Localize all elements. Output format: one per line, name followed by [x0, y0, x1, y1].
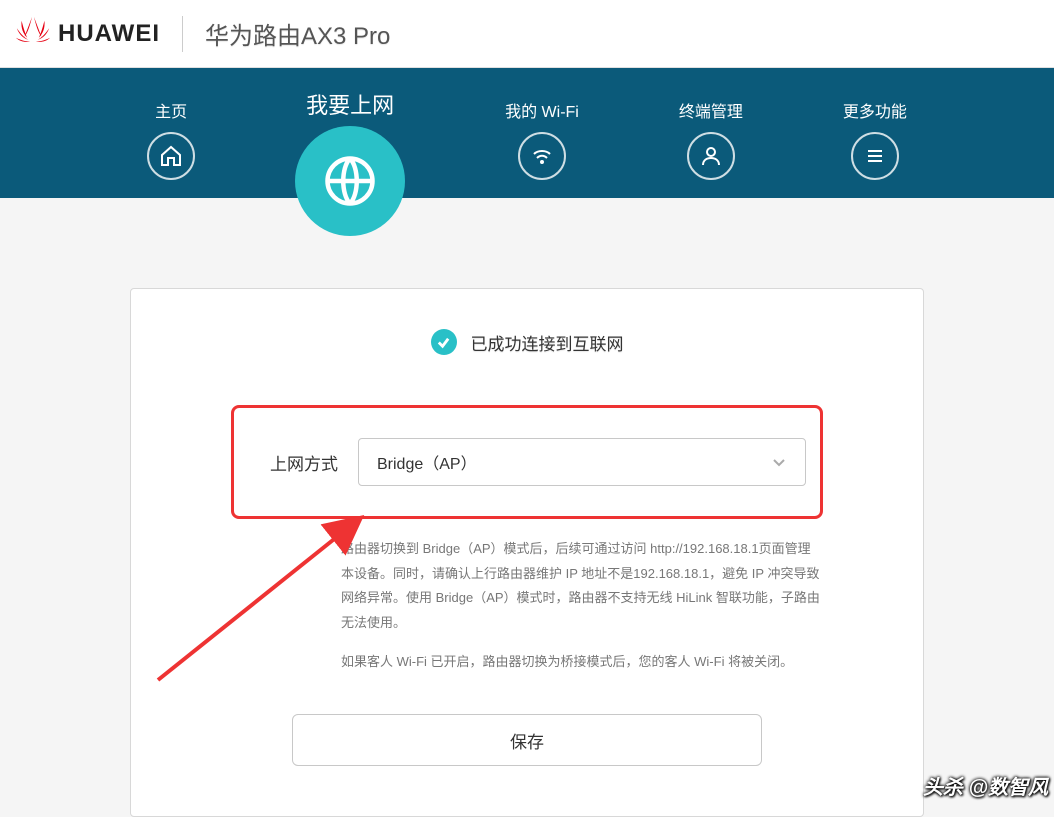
nav-devices-label: 终端管理 [679, 98, 743, 122]
nav-devices-circle [687, 132, 735, 180]
nav-home-label: 主页 [155, 98, 187, 122]
settings-card: 已成功连接到互联网 上网方式 Bridge（AP） 路由器切换到 Bridge（… [130, 288, 924, 817]
nav-bar: 主页 我要上网 我的 Wi-Fi 终端管理 更多功能 [0, 68, 1054, 198]
nav-internet-label: 我要上网 [306, 88, 394, 120]
help-text-1: 路由器切换到 Bridge（AP）模式后，后续可通过访问 http://192.… [341, 537, 823, 636]
nav-wifi-label: 我的 Wi-Fi [505, 98, 579, 122]
nav-wifi[interactable]: 我的 Wi-Fi [505, 98, 579, 180]
nav-internet[interactable]: 我要上网 [295, 98, 405, 240]
brand-logo: HUAWEI [14, 15, 160, 53]
save-button-label: 保存 [510, 728, 544, 753]
user-icon [699, 144, 723, 168]
nav-home-circle [147, 132, 195, 180]
connection-type-label: 上网方式 [248, 450, 338, 475]
watermark: 头杀 @数智风 [923, 771, 1048, 800]
nav-home[interactable]: 主页 [147, 98, 195, 180]
nav-devices[interactable]: 终端管理 [679, 98, 743, 180]
help-text-2: 如果客人 Wi-Fi 已开启，路由器切换为桥接模式后，您的客人 Wi-Fi 将被… [341, 650, 823, 675]
nav-wifi-circle [518, 132, 566, 180]
connection-type-select[interactable]: Bridge（AP） [358, 438, 806, 486]
header: HUAWEI 华为路由AX3 Pro [0, 0, 1054, 68]
product-name: 华为路由AX3 Pro [205, 16, 390, 51]
connection-status: 已成功连接到互联网 [231, 329, 823, 355]
home-icon [159, 144, 183, 168]
nav-internet-circle [295, 126, 405, 236]
save-button[interactable]: 保存 [292, 714, 762, 766]
nav-more-circle [851, 132, 899, 180]
wifi-icon [530, 144, 554, 168]
huawei-logo-icon [14, 15, 52, 53]
menu-icon [863, 144, 887, 168]
brand-name: HUAWEI [58, 20, 160, 48]
status-text: 已成功连接到互联网 [471, 330, 624, 355]
connection-type-value: Bridge（AP） [377, 450, 477, 474]
connection-type-row: 上网方式 Bridge（AP） [231, 405, 823, 519]
header-divider [182, 16, 183, 52]
nav-more-label: 更多功能 [843, 98, 907, 122]
globe-icon [323, 154, 377, 208]
nav-more[interactable]: 更多功能 [843, 98, 907, 180]
content: 已成功连接到互联网 上网方式 Bridge（AP） 路由器切换到 Bridge（… [0, 198, 1054, 817]
check-icon [431, 329, 457, 355]
chevron-down-icon [771, 454, 787, 470]
